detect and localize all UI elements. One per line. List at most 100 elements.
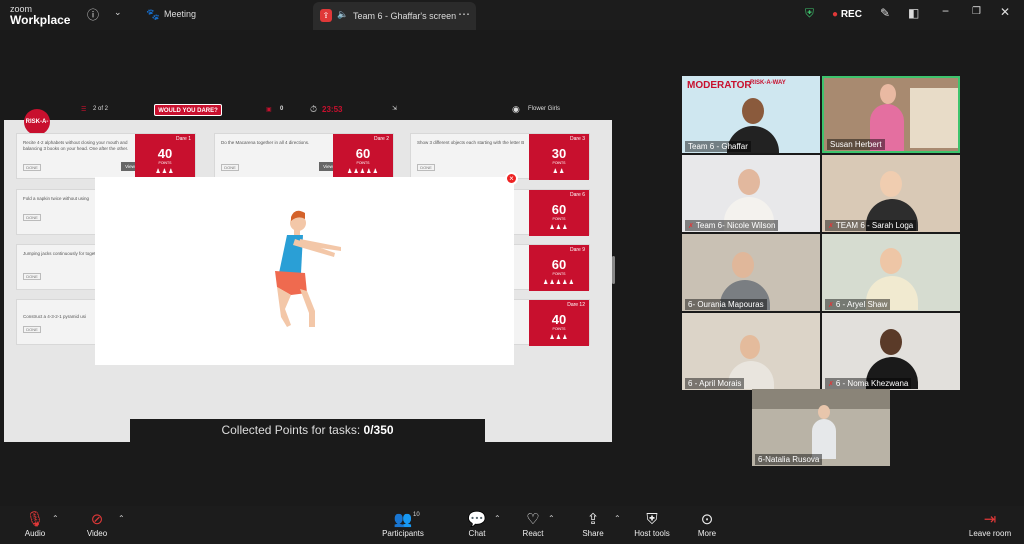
video-button[interactable]: ⊘ Video [82, 510, 112, 538]
share-label: Share [582, 529, 604, 538]
participant-video [732, 252, 754, 278]
score-icon: ▣ [266, 107, 272, 113]
mic-muted-icon: ✗ [828, 223, 834, 230]
share-screen-icon: ⇪ [586, 511, 600, 528]
points-value: 30 [551, 146, 567, 161]
share-button[interactable]: ⇪ Share [578, 510, 608, 538]
done-button[interactable]: DONE [221, 164, 239, 171]
leave-room-button[interactable]: ⇥ Leave room [964, 510, 1016, 538]
participant-video [880, 248, 902, 274]
screen-share-tab[interactable]: ⇪ 🔈 Team 6 - Ghaffar's screen ⋯ [313, 2, 476, 30]
shield-icon[interactable]: ⛨ [805, 6, 814, 21]
done-button[interactable]: DONE [23, 214, 41, 221]
audio-button[interactable]: 🎙 Audio [20, 510, 50, 538]
dare-points: Dare 2 60 POINTS ♟♟♟♟♟ [333, 134, 393, 180]
mic-muted-icon: ✗ [688, 223, 694, 230]
speaker-icon[interactable]: 🔈 [337, 9, 348, 20]
share-screen-icon: ⇪ [320, 9, 332, 22]
react-button[interactable]: ♡ React [518, 510, 548, 538]
menu-icon[interactable]: ☰ [81, 106, 86, 113]
participants-icon: 👥 [393, 511, 413, 528]
collected-label: Collected Points for tasks: [221, 423, 361, 437]
mic-muted-icon: ✗ [828, 302, 834, 309]
would-you-dare-button[interactable]: WOULD YOU DARE? [154, 104, 222, 116]
moderator-banner: MODERATOR [687, 80, 752, 91]
heart-icon: ♡ [526, 511, 540, 528]
participant-tile[interactable]: MODERATOR RISK-A-WAY Team 6 - Ghaffar [682, 76, 820, 153]
participant-video [880, 329, 902, 355]
title-bar: zoom Workplace ⓘ ⌄ 🐾 Meeting ⇪ 🔈 Team 6 … [0, 0, 1024, 30]
dare-video-modal[interactable] [95, 177, 514, 365]
participant-tile[interactable]: 6-Natalia Rusova [752, 389, 890, 466]
dare-card[interactable]: Show 3 different objects each starting w… [410, 133, 590, 180]
more-icon: ⊙ [700, 511, 714, 528]
done-button[interactable]: DONE [23, 164, 41, 171]
minimize-icon[interactable]: − [942, 4, 949, 18]
chevron-up-icon[interactable]: ⌃ [52, 514, 59, 523]
participant-tile[interactable]: ✗ Team 6- Nicole Wilson [682, 155, 820, 232]
mic-muted-icon: ✗ [828, 381, 834, 388]
participant-tile[interactable]: 6 - April Morais [682, 313, 820, 390]
participant-name-text: 6 - Aryel Shaw [835, 300, 888, 309]
people-icon: ♟♟ [552, 169, 566, 175]
info-icon[interactable]: ⓘ [87, 6, 99, 23]
dare-points: Dare 6 60 POINTS ♟♟♟ [529, 190, 589, 236]
points-value: 40 [157, 146, 173, 161]
recording-indicator[interactable]: ● REC [832, 9, 862, 20]
people-icon: ♟♟♟ [549, 225, 569, 231]
restore-icon[interactable]: ❐ [972, 6, 981, 17]
participant-tile-active[interactable]: Susan Herbert [822, 76, 960, 153]
dare-text: Show 3 different objects each starting w… [417, 140, 525, 145]
participant-video [880, 84, 896, 104]
zoom-logo: zoom Workplace [10, 4, 70, 26]
more-icon[interactable]: ⋯ [458, 7, 470, 21]
participant-tile[interactable]: ✗ 6 - Noma Khezwana [822, 313, 960, 390]
collected-value: 0/350 [363, 423, 394, 437]
moderator-logo: RISK-A-WAY [750, 80, 786, 86]
dare-card[interactable]: Recite 4-2 alphabets without closing you… [16, 133, 196, 180]
points-value: 40 [551, 312, 567, 327]
participant-tile[interactable]: ✗ 6 - Aryel Shaw [822, 234, 960, 311]
exit-button[interactable]: ⇲ [392, 105, 397, 112]
pen-icon[interactable]: ✎ [880, 6, 890, 20]
meeting-label[interactable]: Meeting [164, 9, 196, 19]
more-label: More [697, 529, 717, 538]
chat-button[interactable]: 💬 Chat [462, 510, 492, 538]
participants-button[interactable]: 👥 Participants [378, 510, 428, 538]
close-icon[interactable]: ✕ [1000, 5, 1010, 19]
meeting-toolbar: 🎙 Audio ⌃ ⊘ Video ⌃ 👥 Participants 10 ⌃ … [0, 506, 1024, 544]
participant-name: Susan Herbert [827, 139, 885, 150]
more-button[interactable]: ⊙ More [692, 510, 722, 538]
participant-name-text: 6 - Noma Khezwana [835, 379, 909, 388]
done-button[interactable]: DONE [23, 326, 41, 333]
chevron-up-icon[interactable]: ⌃ [118, 514, 125, 523]
dare-points: Dare 1 40 POINTS ♟♟♟ [135, 134, 195, 180]
points-value: 60 [551, 202, 567, 217]
dare-text: Recite 4-2 alphabets without closing you… [23, 140, 129, 151]
shield-icon: ⛨ [646, 511, 658, 528]
chevron-up-icon[interactable]: ⌃ [494, 514, 501, 523]
chevron-down-icon[interactable]: ⌄ [114, 7, 122, 18]
participant-video [880, 171, 902, 197]
participant-tile[interactable]: 6- Ourania Mapouras [682, 234, 820, 311]
participant-name: 6 - April Morais [685, 378, 745, 389]
chevron-up-icon[interactable]: ⌃ [614, 514, 621, 523]
audio-label: Audio [24, 529, 46, 538]
participant-name: ✗ Team 6- Nicole Wilson [685, 220, 779, 231]
host-tools-button[interactable]: ⛨ Host tools [630, 510, 674, 538]
dare-card[interactable]: Do the Macarena together in all 4 direct… [214, 133, 394, 180]
participant-tile[interactable]: ✗ TEAM 6 - Sarah Loga [822, 155, 960, 232]
chevron-up-icon[interactable]: ⌃ [548, 514, 555, 523]
split-handle[interactable] [612, 256, 615, 284]
people-icon: ♟♟♟♟♟ [543, 280, 575, 286]
dare-number: Dare 3 [569, 136, 585, 142]
host-tools-label: Host tools [634, 529, 670, 538]
points-value: 60 [355, 146, 371, 161]
layout-icon[interactable]: ◧ [908, 6, 919, 20]
participant-name-text: Team 6- Nicole Wilson [695, 221, 776, 230]
done-button[interactable]: DONE [23, 273, 41, 280]
close-icon[interactable]: × [505, 172, 518, 185]
people-icon: ♟♟♟ [549, 335, 569, 341]
done-button[interactable]: DONE [417, 164, 435, 171]
points-label: POINTS [552, 327, 566, 331]
